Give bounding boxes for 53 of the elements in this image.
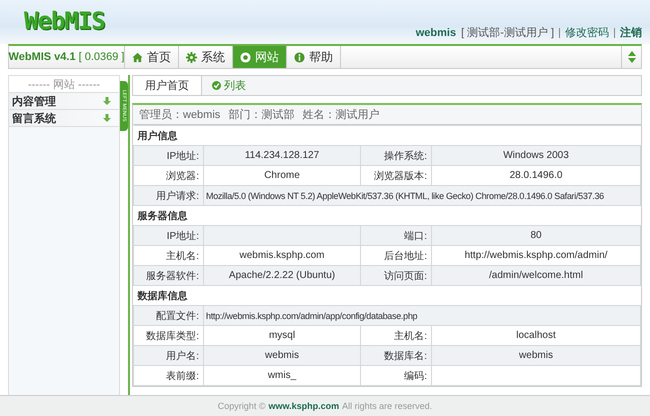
settings-icon [186,52,197,62]
field-label: 用户名: [134,346,204,366]
field-value: http://webmis.ksphp.com/admin/app/config/database.php [204,306,640,326]
header-link[interactable]: 注销 [620,25,642,40]
sidebar-item[interactable]: 内容管理 [9,93,119,110]
up-down-arrows-icon [628,51,636,63]
field-value: Mozilla/5.0 (Windows NT 5.2) AppleWebKit/537.36 (KHTML, like Gecko) Chrome/28.0.1496.0 Safari/537.36 [204,186,640,206]
field-value: 80 [432,226,640,246]
header-link[interactable]: 修改密码 [565,25,609,40]
field-label: IP地址: [134,146,204,166]
section-title: 数据库信息 [134,286,640,306]
field-label: 数据库名: [360,346,432,366]
nav-tab[interactable]: 首页 [125,46,179,68]
home-icon [132,52,143,62]
site-link[interactable]: www.ksphp.com [268,401,340,411]
field-value: 114.234.128.127 [204,146,360,166]
logo: WebMIS [24,7,105,35]
user-department: [ 测试部-测试用户 ] [461,26,554,40]
field-value: Windows 2003 [432,146,640,166]
copyright-text: Copyright © [218,401,266,411]
field-value: /admin/welcome.html [432,266,640,286]
field-label: 操作系统: [360,146,432,166]
section-title: 用户信息 [134,126,640,146]
down-arrow-icon [103,97,111,105]
nav-tab[interactable]: 帮助 [287,46,341,68]
rights-text: All rights are reserved. [342,401,432,411]
app-version: WebMIS v4.1 [8,51,76,63]
globe-icon [240,52,251,62]
field-label: 端口: [360,226,432,246]
sidebar-title: ------ 网站 ------ [9,76,119,93]
section-title: 服务器信息 [134,206,640,226]
field-label: 表前缀: [134,366,204,386]
field-label: 编码: [360,366,432,386]
info-text: 部门：测试部 [228,108,294,122]
sidebar-item[interactable]: 留言系统 [9,110,119,127]
field-label: IP地址: [134,226,204,246]
load-time: [ 0.0369 ] [78,51,124,63]
down-arrow-icon [103,114,111,122]
field-value: wmis_ [204,366,360,386]
field-value: Apache/2.2.22 (Ubuntu) [204,266,360,286]
field-label: 用户请求: [134,186,204,206]
check-icon [212,81,221,90]
list-link[interactable]: 列表 [202,76,256,95]
field-label: 配置文件: [134,306,204,326]
page-tab[interactable]: 用户首页 [133,76,202,95]
field-label: 服务器软件: [134,266,204,286]
field-value: webmis [432,346,640,366]
info-text: 管理员：webmis [139,108,220,122]
field-label: 访问页面: [360,266,432,286]
user-name: webmis [416,26,456,38]
info-text: 姓名：测试用户 [302,108,380,122]
field-value: webmis [204,346,360,366]
info-icon [294,52,305,62]
